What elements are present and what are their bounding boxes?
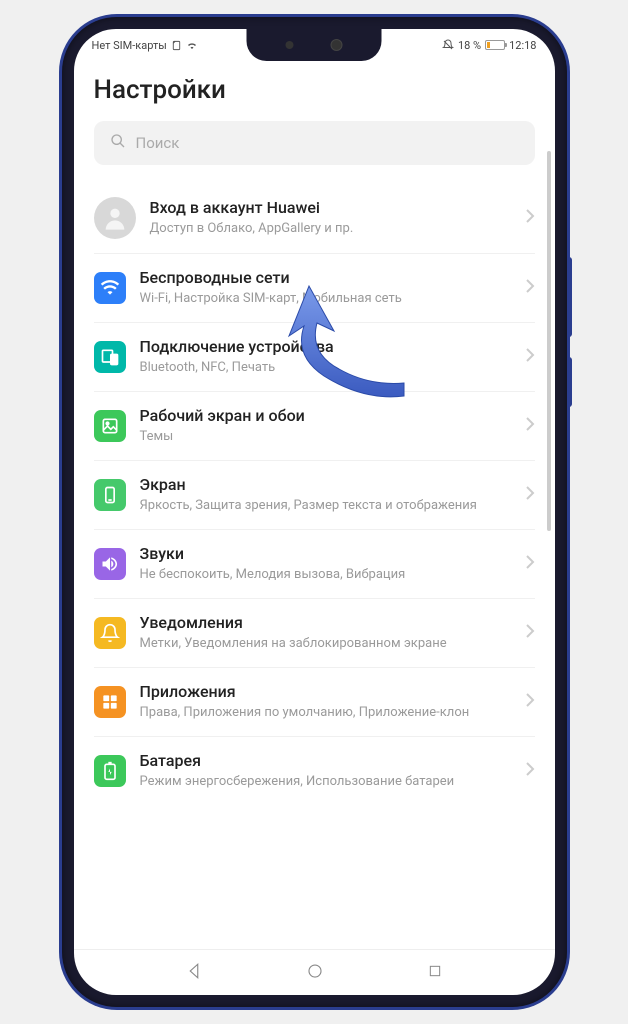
item-title: Подключение устройства (140, 337, 511, 358)
home-button[interactable] (306, 962, 324, 984)
sim-card-icon (171, 40, 182, 51)
item-sub: Права, Приложения по умолчанию, Приложен… (140, 704, 511, 722)
item-sub: Яркость, Защита зрения, Размер текста и … (140, 497, 511, 515)
item-title: Рабочий экран и обои (140, 406, 511, 427)
chevron-right-icon (525, 278, 535, 298)
settings-item-wifi[interactable]: Беспроводные сети Wi-Fi, Настройка SIM-к… (94, 254, 535, 323)
display-icon (94, 479, 126, 511)
settings-item-wallpaper[interactable]: Рабочий экран и обои Темы (94, 392, 535, 461)
bell-icon (94, 617, 126, 649)
chevron-right-icon (525, 485, 535, 505)
settings-item-sound[interactable]: Звуки Не беспокоить, Мелодия вызова, Виб… (94, 530, 535, 599)
mute-icon (442, 39, 454, 51)
item-title: Уведомления (140, 613, 511, 634)
settings-item-device-connect[interactable]: Подключение устройства Bluetooth, NFC, П… (94, 323, 535, 392)
page-title: Настройки (94, 75, 535, 105)
search-placeholder: Поиск (136, 134, 180, 152)
item-sub: Режим энергосбережения, Использование ба… (140, 773, 511, 791)
recents-button[interactable] (427, 963, 443, 983)
volume-button[interactable] (567, 257, 572, 337)
item-sub: Bluetooth, NFC, Печать (140, 359, 511, 377)
settings-item-apps[interactable]: Приложения Права, Приложения по умолчани… (94, 668, 535, 737)
account-sub: Доступ в Облако, AppGallery и пр. (150, 220, 511, 238)
chevron-right-icon (525, 208, 535, 228)
wifi-status-icon (186, 39, 198, 51)
item-sub: Метки, Уведомления на заблокированном эк… (140, 635, 511, 653)
wifi-icon (94, 272, 126, 304)
scrollbar[interactable] (547, 151, 551, 531)
settings-item-battery[interactable]: Батарея Режим энергосбережения, Использо… (94, 737, 535, 805)
battery-icon (94, 755, 126, 787)
battery-status-icon (485, 40, 505, 50)
notch (247, 29, 382, 61)
apps-icon (94, 686, 126, 718)
item-title: Звуки (140, 544, 511, 565)
sound-icon (94, 548, 126, 580)
sim-status-text: Нет SIM-карты (92, 39, 167, 52)
camera-dot (331, 39, 343, 51)
phone-frame: Нет SIM-карты 18 % 12:18 Настройки (62, 17, 567, 1007)
chevron-right-icon (525, 692, 535, 712)
chevron-right-icon (525, 416, 535, 436)
wallpaper-icon (94, 410, 126, 442)
device-connect-icon (94, 341, 126, 373)
sensor-dot (285, 41, 293, 49)
nav-bar (74, 949, 555, 995)
chevron-right-icon (525, 623, 535, 643)
item-sub: Не беспокоить, Мелодия вызова, Вибрация (140, 566, 511, 584)
chevron-right-icon (525, 761, 535, 781)
item-title: Приложения (140, 682, 511, 703)
account-title: Вход в аккаунт Huawei (150, 198, 511, 219)
settings-content: Настройки Поиск Вход в аккаунт Huawei До… (74, 61, 555, 949)
item-title: Экран (140, 475, 511, 496)
back-button[interactable] (185, 962, 203, 984)
power-button[interactable] (567, 357, 572, 407)
item-title: Батарея (140, 751, 511, 772)
settings-item-display[interactable]: Экран Яркость, Защита зрения, Размер тек… (94, 461, 535, 530)
screen: Нет SIM-карты 18 % 12:18 Настройки (74, 29, 555, 995)
chevron-right-icon (525, 347, 535, 367)
search-input[interactable]: Поиск (94, 121, 535, 165)
battery-pct-text: 18 % (458, 39, 481, 52)
clock-text: 12:18 (509, 39, 536, 52)
search-icon (110, 133, 126, 153)
item-title: Беспроводные сети (140, 268, 511, 289)
chevron-right-icon (525, 554, 535, 574)
account-item[interactable]: Вход в аккаунт Huawei Доступ в Облако, A… (94, 183, 535, 254)
item-sub: Wi-Fi, Настройка SIM-карт, Мобильная сет… (140, 290, 511, 308)
avatar-icon (94, 197, 136, 239)
item-sub: Темы (140, 428, 511, 446)
settings-item-bell[interactable]: Уведомления Метки, Уведомления на заблок… (94, 599, 535, 668)
